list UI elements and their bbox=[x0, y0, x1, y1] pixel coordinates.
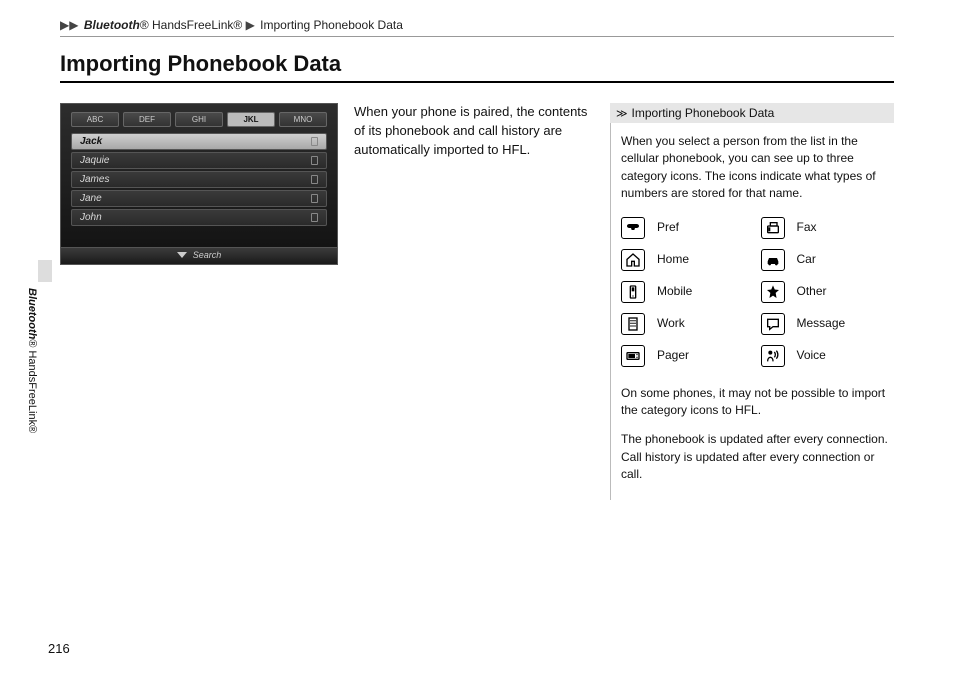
fax-icon bbox=[761, 217, 785, 239]
side-section-label: Bluetooth® HandsFreeLink® bbox=[26, 288, 38, 433]
category-item: Car bbox=[761, 249, 891, 271]
contact-name: John bbox=[80, 212, 102, 223]
category-label: Work bbox=[657, 315, 685, 332]
phone-icon bbox=[621, 217, 645, 239]
mobile-icon bbox=[311, 213, 318, 222]
contact-name: James bbox=[80, 174, 109, 185]
voice-icon bbox=[761, 345, 785, 367]
note-paragraph-2: On some phones, it may not be possible t… bbox=[621, 385, 890, 420]
contact-name: Jack bbox=[80, 136, 102, 147]
category-item: Home bbox=[621, 249, 751, 271]
category-item: Mobile bbox=[621, 281, 751, 303]
category-item: Fax bbox=[761, 217, 891, 239]
category-item: Pager bbox=[621, 345, 751, 367]
contact-row: Jane bbox=[71, 190, 327, 207]
page-number: 216 bbox=[48, 641, 70, 656]
mobile-icon bbox=[311, 175, 318, 184]
note-header: ≫ Importing Phonebook Data bbox=[610, 103, 894, 123]
category-item: Message bbox=[761, 313, 891, 335]
category-label: Car bbox=[797, 251, 816, 268]
message-icon bbox=[761, 313, 785, 335]
contact-name: Jaquie bbox=[80, 155, 109, 166]
alpha-tab-ghi: GHI bbox=[175, 112, 223, 127]
note-paragraph-1: When you select a person from the list i… bbox=[621, 133, 890, 203]
mobile-icon bbox=[311, 156, 318, 165]
mobile-icon bbox=[311, 194, 318, 203]
breadcrumb: ▶▶ Bluetooth® HandsFreeLink® ▶ Importing… bbox=[60, 18, 894, 37]
breadcrumb-part-1a: Bluetooth bbox=[84, 18, 140, 32]
contact-row: James bbox=[71, 171, 327, 188]
category-label: Mobile bbox=[657, 283, 692, 300]
category-label: Fax bbox=[797, 219, 817, 236]
category-label: Voice bbox=[797, 347, 826, 364]
breadcrumb-part-1b: ® HandsFreeLink® bbox=[140, 18, 242, 32]
house-icon bbox=[621, 249, 645, 271]
category-item: Pref bbox=[621, 217, 751, 239]
contact-row: Jack bbox=[71, 133, 327, 150]
contact-row: John bbox=[71, 209, 327, 226]
star-icon bbox=[761, 281, 785, 303]
category-item: Work bbox=[621, 313, 751, 335]
category-label: Other bbox=[797, 283, 827, 300]
side-tab-marker bbox=[38, 260, 52, 282]
pager-icon bbox=[621, 345, 645, 367]
car-icon bbox=[761, 249, 785, 271]
mobile-icon bbox=[621, 281, 645, 303]
contact-name: Jane bbox=[80, 193, 102, 204]
intro-text: When your phone is paired, the contents … bbox=[354, 103, 590, 500]
category-label: Home bbox=[657, 251, 689, 268]
mobile-icon bbox=[311, 137, 318, 146]
building-icon bbox=[621, 313, 645, 335]
category-item: Voice bbox=[761, 345, 891, 367]
phonebook-screenshot: ABCDEFGHIJKLMNO JackJaquieJamesJaneJohn … bbox=[60, 103, 338, 265]
chevron-right-icon: ▶ bbox=[246, 18, 255, 32]
category-label: Pager bbox=[657, 347, 689, 364]
alpha-tab-jkl: JKL bbox=[227, 112, 275, 127]
alpha-tab-abc: ABC bbox=[71, 112, 119, 127]
search-label: Search bbox=[193, 250, 222, 260]
chevron-down-icon bbox=[177, 252, 187, 258]
chevron-right-icon: ≫ bbox=[616, 107, 628, 120]
contact-row: Jaquie bbox=[71, 152, 327, 169]
category-label: Pref bbox=[657, 219, 679, 236]
page-title: Importing Phonebook Data bbox=[60, 51, 894, 83]
note-paragraph-3: The phonebook is updated after every con… bbox=[621, 431, 890, 483]
chevron-right-icon: ▶▶ bbox=[60, 18, 78, 32]
alpha-tab-def: DEF bbox=[123, 112, 171, 127]
breadcrumb-part-2: Importing Phonebook Data bbox=[260, 18, 403, 32]
search-bar: Search bbox=[61, 247, 337, 264]
note-title: Importing Phonebook Data bbox=[632, 106, 775, 120]
category-label: Message bbox=[797, 315, 846, 332]
alpha-tab-mno: MNO bbox=[279, 112, 327, 127]
category-item: Other bbox=[761, 281, 891, 303]
